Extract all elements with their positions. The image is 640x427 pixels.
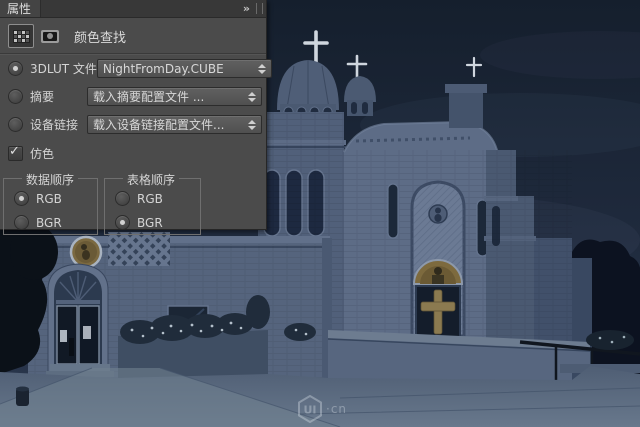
- mask-glyph: [41, 30, 59, 43]
- group-data-order-legend: 数据顺序: [22, 171, 78, 188]
- label-abstract: 摘要: [30, 88, 54, 105]
- dropdown-3dlut-file[interactable]: NightFromDay.CUBE: [97, 59, 272, 78]
- option-data-bgr: BGR: [14, 215, 97, 230]
- divider: [0, 53, 266, 54]
- dropdown-device-link-profile[interactable]: 载入设备链接配置文件...: [87, 115, 262, 134]
- option-data-rgb: RGB: [14, 191, 97, 206]
- properties-panel: 属性 » 颜色查找 3DLUT 文件: [0, 0, 267, 230]
- tab-properties-label: 属性: [7, 0, 31, 17]
- label-3dlut: 3DLUT 文件: [30, 60, 97, 77]
- panel-tabbar: 属性 »: [0, 0, 266, 18]
- group-table-order-legend: 表格顺序: [123, 171, 179, 188]
- screenshot: UI ·cn 属性 » 颜色查找: [0, 0, 640, 427]
- row-dither: 仿色: [0, 143, 266, 164]
- radio-table-bgr[interactable]: [115, 215, 130, 230]
- panel-title: 颜色查找: [74, 27, 126, 46]
- collapse-panel-icon[interactable]: »: [235, 2, 256, 15]
- label-device-link: 设备链接: [30, 116, 78, 133]
- order-groups: 数据顺序 RGB BGR 表格顺序 RGB BGR: [3, 178, 263, 235]
- radio-data-bgr[interactable]: [14, 215, 29, 230]
- label-data-rgb: RGB: [36, 192, 62, 206]
- row-3dlut: 3DLUT 文件 NightFromDay.CUBE: [0, 59, 266, 78]
- panel-grip: [256, 3, 263, 14]
- row-device-link: 设备链接 载入设备链接配置文件...: [0, 115, 266, 134]
- dropdown-abstract-value: 载入摘要配置文件 ...: [93, 88, 204, 105]
- radio-table-rgb[interactable]: [115, 191, 130, 206]
- dropdown-device-link-value: 载入设备链接配置文件...: [93, 116, 224, 133]
- group-table-order: 表格顺序 RGB BGR: [104, 178, 201, 235]
- dither-checkbox[interactable]: [8, 146, 23, 161]
- label-data-bgr: BGR: [36, 216, 62, 230]
- dropdown-3dlut-value: NightFromDay.CUBE: [103, 62, 224, 76]
- color-lookup-grid-icon[interactable]: [8, 24, 34, 48]
- panel-header: 颜色查找: [0, 18, 266, 53]
- radio-device-link[interactable]: [8, 117, 23, 132]
- spinner-icon: [248, 92, 256, 102]
- spinner-icon: [258, 64, 266, 74]
- group-data-order: 数据顺序 RGB BGR: [3, 178, 98, 235]
- radio-3dlut[interactable]: [8, 61, 23, 76]
- mask-icon[interactable]: [38, 25, 62, 47]
- tab-properties[interactable]: 属性: [0, 0, 41, 17]
- radio-data-rgb[interactable]: [14, 191, 29, 206]
- radio-abstract[interactable]: [8, 89, 23, 104]
- lut-grid-glyph: [13, 30, 30, 43]
- option-table-rgb: RGB: [115, 191, 200, 206]
- dither-label: 仿色: [30, 145, 54, 162]
- dropdown-abstract-profile[interactable]: 载入摘要配置文件 ...: [87, 87, 262, 106]
- label-table-bgr: BGR: [137, 216, 163, 230]
- row-abstract: 摘要 载入摘要配置文件 ...: [0, 87, 266, 106]
- spinner-icon: [248, 120, 256, 130]
- label-table-rgb: RGB: [137, 192, 163, 206]
- option-table-bgr: BGR: [115, 215, 200, 230]
